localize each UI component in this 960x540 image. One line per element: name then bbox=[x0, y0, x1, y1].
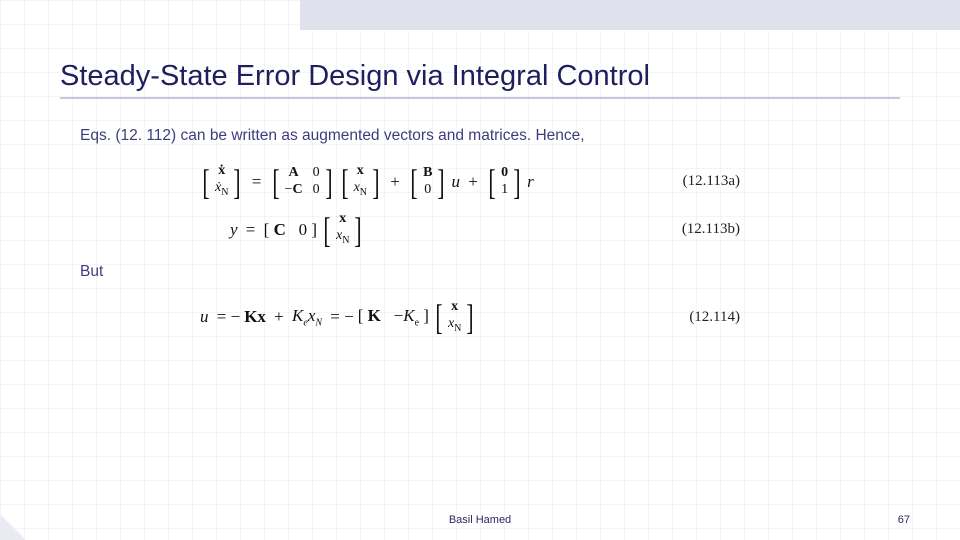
equation-block-2: u = − Kx + KexN = − [ K −Ke ] [ x xN ] (… bbox=[200, 299, 900, 337]
equals-sign: = − bbox=[213, 307, 241, 327]
equals-sign: = bbox=[242, 220, 260, 240]
page-title: Steady-State Error Design via Integral C… bbox=[60, 60, 900, 99]
cell: x bbox=[448, 299, 461, 315]
plus-sign: + bbox=[270, 307, 288, 327]
u-symbol: u bbox=[451, 172, 460, 192]
plus-sign: + bbox=[386, 172, 404, 192]
matrix-A-block: [ A 0 −C 0 ] bbox=[270, 165, 335, 198]
K-symbol: Kx bbox=[244, 307, 266, 327]
cell: 0 bbox=[501, 165, 508, 181]
cell: B bbox=[423, 165, 432, 181]
equation-number: (12.114) bbox=[629, 309, 740, 326]
row-matrix-C: [ C 0 ] bbox=[264, 220, 317, 240]
y-symbol: y bbox=[230, 220, 238, 240]
plus-sign-2: + bbox=[464, 172, 482, 192]
equals-sign: = bbox=[247, 172, 265, 192]
equation-number: (12.113b) bbox=[622, 221, 740, 238]
equation-12-113a: [ ẋ ẋN ] = [ A 0 −C 0 ] bbox=[200, 163, 740, 201]
title-text: Steady-State Error Design via Integral C… bbox=[60, 60, 650, 92]
matrix-state-3: [ x xN ] bbox=[433, 299, 476, 337]
but-text: But bbox=[80, 263, 900, 281]
cell: A bbox=[285, 165, 303, 181]
title-underline bbox=[60, 97, 900, 99]
cell: 0 bbox=[313, 182, 320, 198]
equation-12-113b: y = [ C 0 ] [ x xN ] (12.113b) bbox=[200, 211, 740, 249]
u-symbol: u bbox=[200, 307, 209, 327]
intro-text: Eqs. (12. 112) can be written as augment… bbox=[80, 127, 900, 145]
Ke-symbol: KexN bbox=[292, 306, 322, 328]
cell: x bbox=[336, 211, 349, 227]
cell: x bbox=[354, 163, 367, 179]
slide-content: Steady-State Error Design via Integral C… bbox=[0, 0, 960, 540]
matrix-state-2: [ x xN ] bbox=[321, 211, 364, 249]
matrix-B: [ B 0 ] bbox=[408, 165, 447, 198]
cell: 1 bbox=[501, 182, 508, 198]
matrix-r: [ 0 1 ] bbox=[486, 165, 523, 198]
equation-number: (12.113a) bbox=[623, 173, 740, 190]
equals-sign-2: = − bbox=[326, 307, 354, 327]
cell: 0 bbox=[423, 182, 432, 198]
equation-block: [ ẋ ẋN ] = [ A 0 −C 0 ] bbox=[200, 163, 900, 249]
cell: ẋ bbox=[215, 163, 228, 179]
r-symbol: r bbox=[527, 172, 534, 192]
matrix-lhs-state-dot: [ ẋ ẋN ] bbox=[200, 163, 243, 201]
cell: 0 bbox=[313, 165, 320, 181]
matrix-state: [ x xN ] bbox=[339, 163, 382, 201]
equation-12-114: u = − Kx + KexN = − [ K −Ke ] [ x xN ] (… bbox=[200, 299, 740, 337]
row-matrix-K: [ K −Ke ] bbox=[358, 306, 429, 328]
